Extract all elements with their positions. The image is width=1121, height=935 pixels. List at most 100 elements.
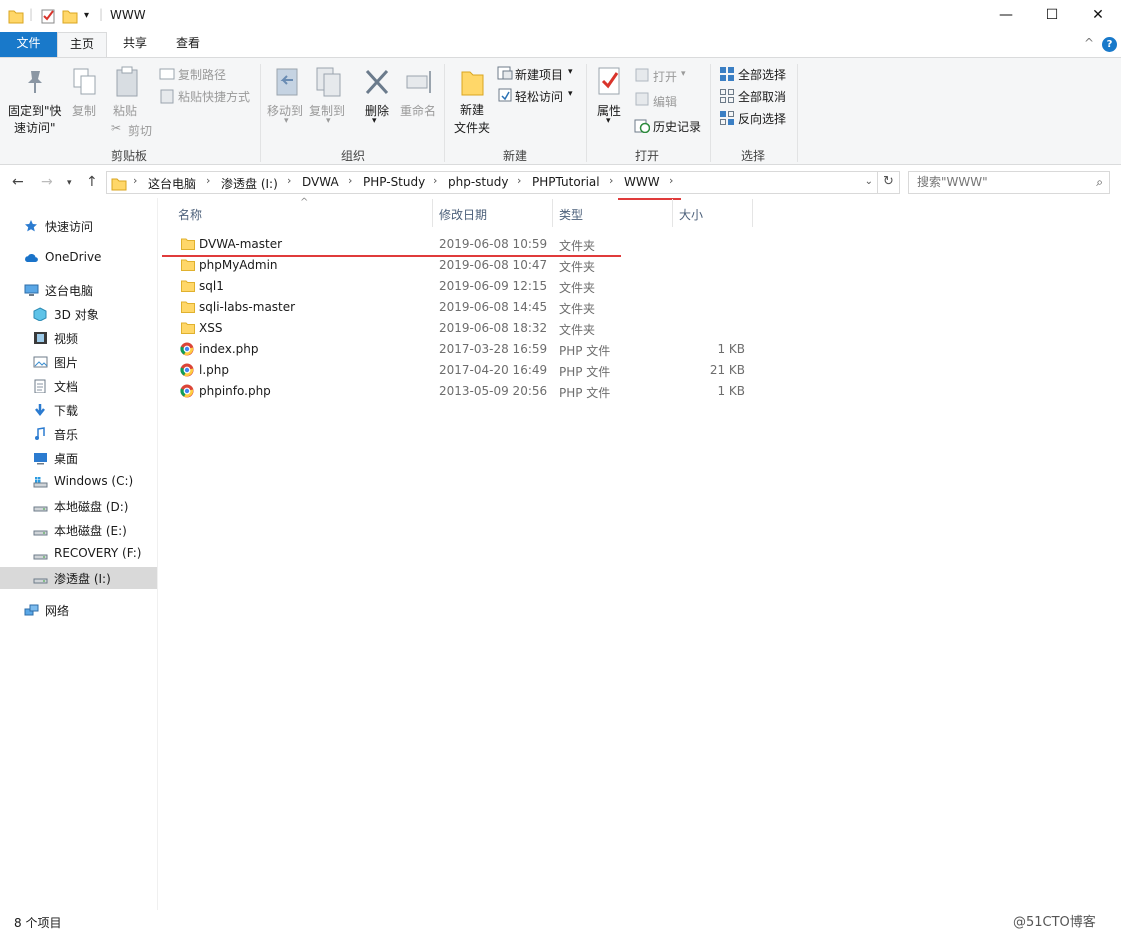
tab-share[interactable]: 共享 (112, 32, 158, 57)
tab-file[interactable]: 文件 (0, 32, 57, 57)
chrome-file-icon (180, 363, 194, 377)
watermark: @51CTO博客 (1013, 915, 1096, 930)
folder-icon (181, 301, 195, 313)
breadcrumb-phptutorial[interactable]: PHPTutorial (532, 175, 600, 189)
nav-item-label: 下载 (54, 404, 79, 418)
copy-path-button[interactable]: 复制路径 (178, 66, 226, 83)
nav-item-label: 文档 (54, 380, 79, 394)
nav-item[interactable]: OneDrive (0, 247, 157, 269)
nav-item-label: 快速访问 (45, 220, 94, 234)
nav-item[interactable]: 3D 对象 (0, 303, 157, 325)
nav-item[interactable]: 下载 (0, 399, 157, 421)
forward-button[interactable]: → (41, 174, 53, 190)
file-name: index.php (199, 342, 259, 356)
history-button[interactable]: 历史记录 (653, 118, 701, 135)
file-name: phpMyAdmin (199, 258, 278, 272)
nav-item[interactable]: 桌面 (0, 447, 157, 469)
nav-item[interactable]: 图片 (0, 351, 157, 373)
collapse-ribbon-icon[interactable]: ^ (1084, 36, 1094, 50)
minimize-button[interactable]: — (983, 0, 1029, 32)
column-header-type[interactable]: 类型 (559, 206, 583, 223)
invert-selection-button[interactable]: 反向选择 (738, 110, 786, 127)
file-size: 21 KB (709, 363, 745, 377)
select-all-icon (720, 67, 734, 81)
tab-view[interactable]: 查看 (163, 32, 213, 57)
copy-button[interactable]: 复制 (72, 102, 96, 119)
file-row[interactable]: sql1 2019-06-09 12:15 文件夹 (163, 276, 763, 297)
open-button[interactable]: 打开 (653, 68, 677, 85)
file-type: 文件夹 (559, 260, 596, 274)
new-item-button[interactable]: 新建项目 (515, 66, 563, 83)
delete-button[interactable]: 删除 (365, 102, 389, 119)
up-button[interactable]: ↑ (86, 174, 98, 190)
file-row[interactable]: phpinfo.php 2013-05-09 20:56 PHP 文件 1 KB (163, 381, 763, 402)
breadcrumb-php-study[interactable]: php-study (448, 175, 508, 189)
annotation-underline-dvwa (162, 255, 621, 257)
paste-button[interactable]: 粘贴 (113, 102, 137, 119)
file-type: 文件夹 (559, 302, 596, 316)
breadcrumb-www[interactable]: WWW (624, 175, 660, 189)
select-all-button[interactable]: 全部选择 (738, 66, 786, 83)
column-header-modified[interactable]: 修改日期 (439, 206, 487, 223)
easy-access-icon (498, 88, 512, 102)
breadcrumb-dvwa[interactable]: DVWA (302, 175, 339, 189)
tab-home[interactable]: 主页 (57, 32, 107, 58)
new-folder-label-2[interactable]: 文件夹 (454, 119, 490, 136)
address-bar[interactable]: › 这台电脑 › 渗透盘 (I:) › DVWA › PHP-Study › p… (106, 171, 878, 194)
nav-item-label: Windows (C:) (54, 474, 134, 488)
clipboard-group-label: 剪贴板 (111, 149, 148, 163)
cut-button[interactable]: 剪切 (128, 122, 152, 139)
file-row[interactable]: sqli-labs-master 2019-06-08 14:45 文件夹 (163, 297, 763, 318)
refresh-button[interactable]: ↻ (878, 171, 900, 194)
search-box[interactable]: ⌕ (908, 171, 1110, 194)
file-row[interactable]: index.php 2017-03-28 16:59 PHP 文件 1 KB (163, 339, 763, 360)
select-none-button[interactable]: 全部取消 (738, 88, 786, 105)
column-header-name[interactable]: 名称 (178, 206, 202, 223)
breadcrumb-php-study-upper[interactable]: PHP-Study (363, 175, 425, 189)
nav-item[interactable]: 音乐 (0, 423, 157, 445)
file-row[interactable]: DVWA-master 2019-06-08 10:59 文件夹 (163, 234, 763, 255)
recent-locations-button[interactable]: ▾ (67, 178, 72, 188)
pin-quick-access-label-1[interactable]: 固定到"快 (8, 102, 62, 119)
new-folder-icon[interactable] (62, 7, 78, 25)
folder-icon (111, 178, 127, 191)
ribbon: 固定到"快 速访问" 复制 粘贴 复制路径 粘贴快捷方式 ✂ 剪切 剪贴板 移动… (0, 57, 1121, 165)
picture-icon (33, 356, 48, 368)
edit-button[interactable]: 编辑 (653, 93, 677, 110)
nav-item[interactable]: Windows (C:) (0, 471, 157, 493)
help-icon[interactable]: ? (1102, 37, 1117, 52)
breadcrumb-drive-i[interactable]: 渗透盘 (I:) (221, 175, 278, 192)
rename-icon (406, 71, 431, 93)
new-folder-label-1[interactable]: 新建 (460, 101, 484, 118)
nav-item[interactable]: 文档 (0, 375, 157, 397)
delete-icon (365, 69, 389, 95)
customize-quick-access-icon[interactable]: ▾ (84, 10, 89, 28)
breadcrumb-this-pc[interactable]: 这台电脑 (148, 175, 196, 192)
address-dropdown-icon[interactable]: ⌄ (865, 176, 873, 187)
properties-icon[interactable] (40, 7, 56, 25)
maximize-button[interactable]: ☐ (1029, 0, 1075, 32)
nav-item[interactable]: 视频 (0, 327, 157, 349)
new-item-icon (497, 66, 513, 80)
nav-item-label: 图片 (54, 356, 79, 370)
nav-item[interactable]: 本地磁盘 (D:) (0, 495, 157, 517)
rename-button[interactable]: 重命名 (400, 102, 436, 119)
easy-access-button[interactable]: 轻松访问 (515, 88, 563, 105)
nav-item[interactable]: 这台电脑 (0, 279, 157, 301)
pin-quick-access-label-2[interactable]: 速访问" (14, 119, 56, 136)
nav-item[interactable]: RECOVERY (F:) (0, 543, 157, 565)
column-header-size[interactable]: 大小 (679, 206, 703, 223)
nav-item[interactable]: 渗透盘 (I:) (0, 567, 157, 589)
nav-item[interactable]: 网络 (0, 599, 157, 621)
search-input[interactable] (917, 175, 1087, 189)
close-button[interactable]: ✕ (1075, 0, 1121, 32)
drive-icon (33, 506, 48, 512)
paste-shortcut-button[interactable]: 粘贴快捷方式 (178, 88, 250, 105)
file-row[interactable]: phpMyAdmin 2019-06-08 10:47 文件夹 (163, 255, 763, 276)
nav-item[interactable]: 快速访问 (0, 215, 157, 237)
nav-item[interactable]: 本地磁盘 (E:) (0, 519, 157, 541)
back-button[interactable]: ← (12, 174, 24, 190)
file-row[interactable]: l.php 2017-04-20 16:49 PHP 文件 21 KB (163, 360, 763, 381)
file-type: PHP 文件 (559, 344, 611, 358)
file-row[interactable]: XSS 2019-06-08 18:32 文件夹 (163, 318, 763, 339)
